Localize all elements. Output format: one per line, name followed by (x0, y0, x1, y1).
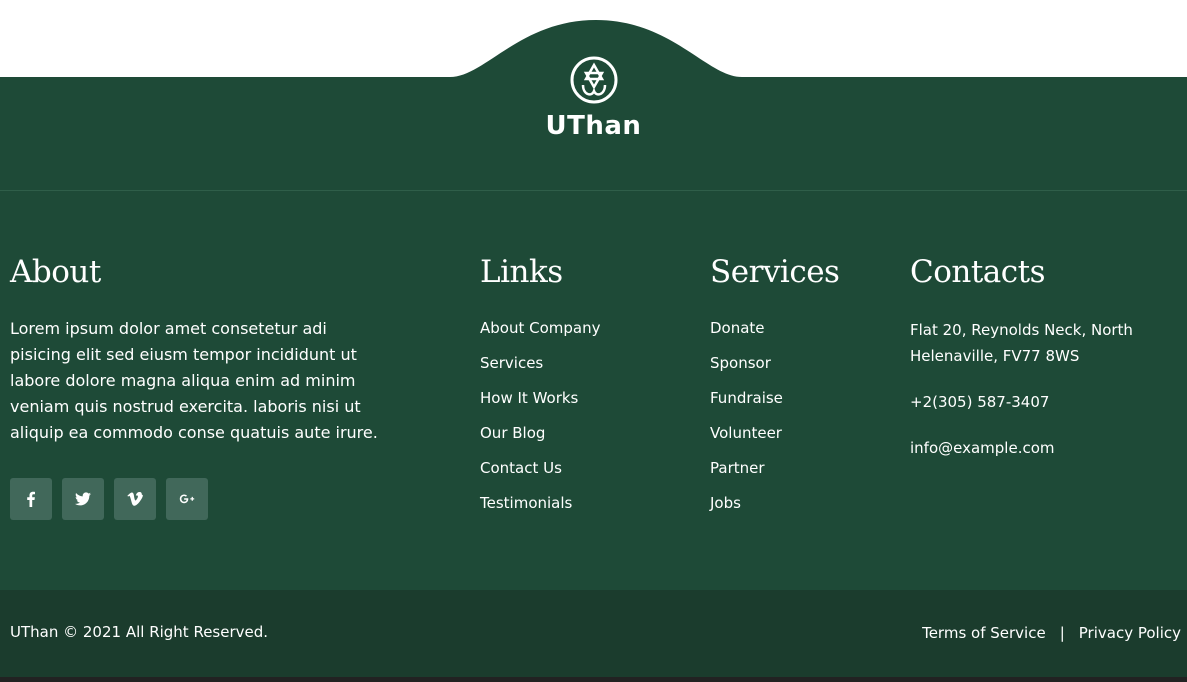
footer-bottom-bar: UThan © 2021 All Right Reserved. Terms o… (0, 590, 1187, 677)
star-of-david-icon (570, 56, 617, 104)
link-our-blog[interactable]: Our Blog (480, 423, 680, 458)
services-column: Services Donate Sponsor Fundraise Volunt… (710, 252, 890, 528)
service-donate[interactable]: Donate (710, 318, 890, 353)
link-services[interactable]: Services (480, 353, 680, 388)
contacts-heading: Contacts (910, 254, 1046, 290)
terms-of-service-link[interactable]: Terms of Service (922, 624, 1046, 642)
google-plus-icon (179, 494, 195, 504)
copyright-text: UThan © 2021 All Right Reserved. (10, 623, 269, 641)
link-testimonials[interactable]: Testimonials (480, 493, 680, 528)
service-fundraise[interactable]: Fundraise (710, 388, 890, 423)
about-heading: About (10, 254, 101, 290)
social-links (10, 478, 390, 520)
links-column: Links About Company Services How It Work… (480, 252, 680, 528)
google-plus-button[interactable] (166, 478, 208, 520)
facebook-icon (27, 491, 35, 507)
services-heading: Services (710, 254, 840, 290)
footer-brand[interactable]: UThan (0, 55, 1187, 141)
twitter-icon (75, 492, 91, 506)
legal-links: Terms of Service | Privacy Policy (922, 624, 1181, 642)
contacts-column: Contacts Flat 20, Reynolds Neck, North H… (910, 252, 1180, 461)
vimeo-button[interactable] (114, 478, 156, 520)
page-bottom-strip (0, 677, 1187, 682)
link-about-company[interactable]: About Company (480, 318, 680, 353)
footer-divider (0, 190, 1187, 191)
facebook-button[interactable] (10, 478, 52, 520)
service-volunteer[interactable]: Volunteer (710, 423, 890, 458)
links-heading: Links (480, 254, 563, 290)
contact-email[interactable]: info@example.com (910, 435, 1180, 461)
contact-address: Flat 20, Reynolds Neck, North Helenavill… (910, 321, 1133, 365)
brand-name: UThan (545, 111, 642, 141)
link-how-it-works[interactable]: How It Works (480, 388, 680, 423)
link-contact-us[interactable]: Contact Us (480, 458, 680, 493)
contact-phone[interactable]: +2(305) 587-3407 (910, 389, 1180, 415)
twitter-button[interactable] (62, 478, 104, 520)
service-jobs[interactable]: Jobs (710, 493, 890, 528)
about-column: About Lorem ipsum dolor amet consetetur … (10, 252, 390, 520)
services-list: Donate Sponsor Fundraise Volunteer Partn… (710, 318, 890, 528)
legal-separator: | (1059, 624, 1065, 642)
privacy-policy-link[interactable]: Privacy Policy (1079, 624, 1181, 642)
service-partner[interactable]: Partner (710, 458, 890, 493)
vimeo-icon (127, 491, 143, 506)
about-text: Lorem ipsum dolor amet consetetur adi pi… (10, 319, 378, 442)
service-sponsor[interactable]: Sponsor (710, 353, 890, 388)
links-list: About Company Services How It Works Our … (480, 318, 680, 528)
